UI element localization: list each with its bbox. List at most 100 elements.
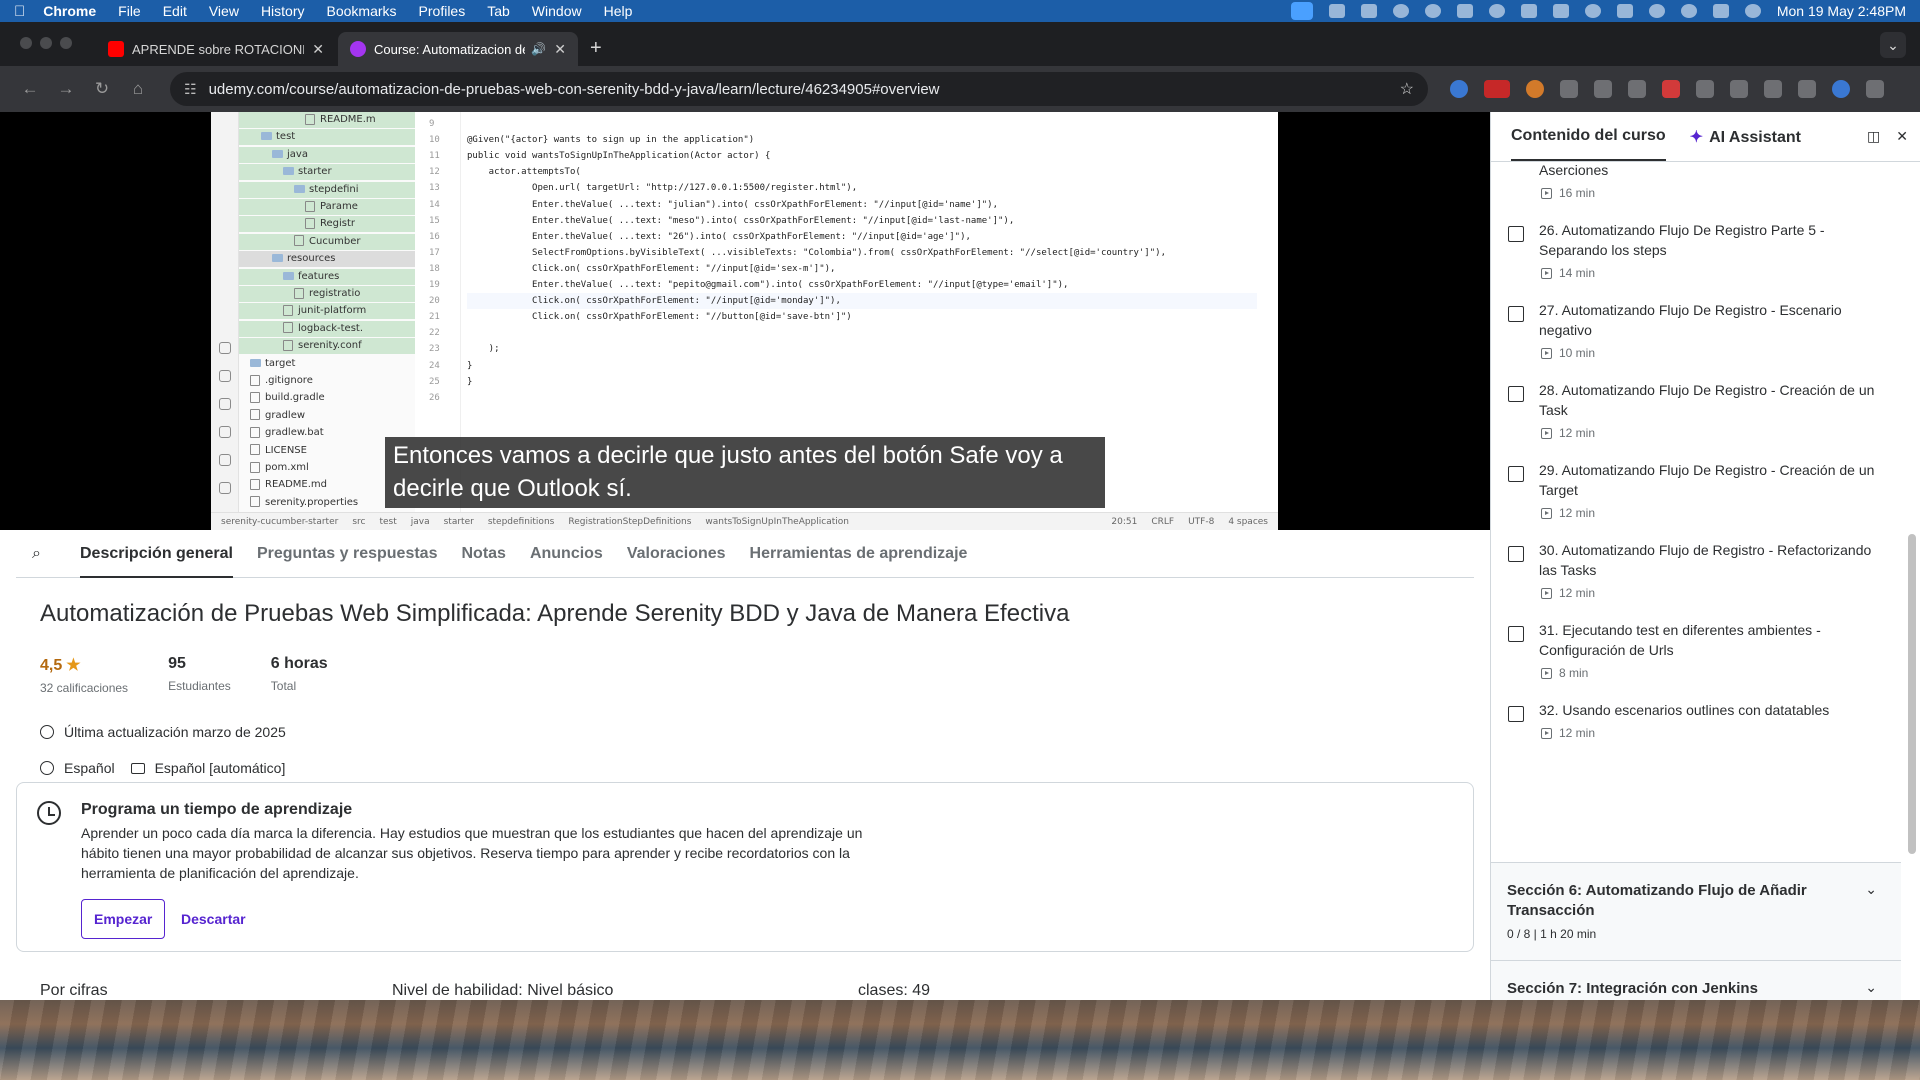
tool-icon[interactable] [1360,4,1377,18]
close-tab-icon[interactable]: ✕ [312,41,324,58]
reading-list-icon[interactable] [1798,80,1816,98]
dismiss-button[interactable]: Descartar [181,899,246,939]
lecture-item[interactable]: 30. Automatizando Flujo de Registro - Re… [1491,540,1901,620]
lecture-duration-text: 12 min [1559,506,1596,520]
home-icon[interactable]: ⌂ [120,79,156,99]
ide-tree-item: target [239,356,415,372]
speaker-icon[interactable]: 🔊 [531,42,546,56]
address-bar[interactable]: ☷ udemy.com/course/automatizacion-de-pru… [170,72,1428,106]
pen-extension-icon[interactable] [1450,80,1468,98]
lecture-checkbox[interactable] [1508,226,1524,242]
tab-notes[interactable]: Notas [461,530,505,578]
tab-reviews[interactable]: Valoraciones [627,530,726,578]
app-status-icon[interactable] [1552,4,1569,18]
back-icon[interactable]: ← [12,79,48,99]
ide-tree-item: Parame [239,199,415,215]
tab-learning-tools[interactable]: Herramientas de aprendizaje [750,530,968,578]
lecture-checkbox[interactable] [1508,466,1524,482]
lecture-duration: 16 min [1541,186,1595,200]
chevron-down-icon[interactable]: ⌄ [1865,881,1877,898]
search-icon[interactable]: ⌕ [32,545,62,563]
menu-profiles[interactable]: Profiles [419,3,466,19]
video-player[interactable]: README.m test java starter stepdefini Parame R… [0,112,1490,530]
menu-help[interactable]: Help [604,3,633,19]
extension-icon[interactable] [1730,80,1748,98]
sync-icon[interactable] [1520,4,1537,18]
tab-search-button[interactable]: ⌄ [1880,32,1906,58]
sidebar-scrollbar[interactable] [1908,194,1916,994]
scrollbar-thumb[interactable] [1908,534,1916,854]
flag-icon[interactable] [1456,4,1473,18]
tab-qa[interactable]: Preguntas y respuestas [257,530,438,578]
menubar-clock[interactable]: Mon 19 May 2:48PM [1777,3,1906,19]
menu-tab[interactable]: Tab [487,3,510,19]
course-section[interactable]: Sección 7: Integración con Jenkins0 / 8 … [1491,960,1901,1000]
puzzle-extensions-icon[interactable] [1764,80,1782,98]
card-body: Aprender un poco cada día marca la difer… [81,825,863,881]
menu-view[interactable]: View [209,3,239,19]
course-section[interactable]: Sección 6: Automatizando Flujo de Añadir… [1491,862,1901,960]
headphones-icon[interactable] [1424,4,1441,18]
lecture-checkbox[interactable] [1508,546,1524,562]
line-number: 10 [429,135,440,146]
forward-icon[interactable]: → [48,79,84,99]
chevron-down-icon[interactable]: ⌄ [1865,979,1877,996]
search-icon[interactable] [1680,4,1697,18]
close-tab-icon[interactable]: ✕ [554,41,566,58]
lecture-item[interactable]: 27. Automatizando Flujo De Registro - Es… [1491,300,1901,380]
browser-tab-youtube[interactable]: APRENDE sobre ROTACIONES ✕ [96,32,336,66]
lecture-checkbox[interactable] [1508,306,1524,322]
menu-app[interactable]: Chrome [43,3,96,19]
reload-icon[interactable]: ↻ [84,79,120,99]
lecture-checkbox[interactable] [1508,706,1524,722]
menu-bookmarks[interactable]: Bookmarks [327,3,397,19]
cookie-extension-icon[interactable] [1526,80,1544,98]
pen-icon[interactable] [1328,4,1345,18]
start-button[interactable]: Empezar [81,899,166,939]
tab-announcements[interactable]: Anuncios [530,530,603,578]
maximize-window-icon[interactable] [60,37,72,49]
code-line: } [467,360,473,371]
blocker-extension-icon[interactable] [1662,80,1680,98]
play-icon[interactable] [1584,4,1601,18]
tab-ai-assistant[interactable]: ✦ AI Assistant [1690,127,1801,161]
lecture-item[interactable]: 29. Automatizando Flujo De Registro - Cr… [1491,460,1901,540]
lecture-checkbox[interactable] [1508,386,1524,402]
new-tab-button[interactable]: + [590,37,602,60]
minimize-window-icon[interactable] [40,37,52,49]
menu-file[interactable]: File [118,3,141,19]
bookmark-star-icon[interactable]: ☆ [1400,79,1414,99]
siri-icon[interactable] [1744,4,1761,18]
menu-edit[interactable]: Edit [163,3,187,19]
kebab-menu-icon[interactable] [1866,80,1884,98]
lecture-item[interactable]: 26. Automatizando Flujo De Registro Part… [1491,220,1901,300]
new-extension-icon[interactable] [1484,80,1510,98]
extension-status-icon[interactable] [1392,4,1409,18]
extension-icon[interactable] [1560,80,1578,98]
menu-window[interactable]: Window [532,3,582,19]
lecture-checkbox[interactable] [1508,626,1524,642]
battery-icon[interactable] [1616,4,1633,18]
site-info-icon[interactable]: ☷ [184,81,197,98]
lecture-item[interactable]: 32. Usando escenarios outlines con datat… [1491,700,1901,780]
tab-course-content[interactable]: Contenido del curso [1511,127,1666,161]
apple-icon[interactable]:  [14,3,25,20]
close-icon[interactable]: ✕ [1896,128,1908,145]
url-text[interactable]: udemy.com/course/automatizacion-de-prueb… [209,81,940,98]
profile-avatar-icon[interactable] [1832,80,1850,98]
vpn-icon[interactable] [1488,4,1505,18]
control-center-icon[interactable] [1712,4,1729,18]
tab-overview[interactable]: Descripción general [80,530,233,578]
expand-panel-icon[interactable]: ◫ [1867,128,1880,145]
close-window-icon[interactable] [20,37,32,49]
course-stats: 4,5 ★ 32 calificaciones 95 Estudiantes 6 … [40,655,328,695]
lecture-item[interactable]: 28. Automatizando Flujo De Registro - Cr… [1491,380,1901,460]
extension-icon[interactable] [1594,80,1612,98]
browser-tab-udemy[interactable]: Course: Automatizacion de 🔊 ✕ [338,32,578,66]
wifi-icon[interactable] [1648,4,1665,18]
extension-icon[interactable] [1628,80,1646,98]
lecture-item[interactable]: 31. Ejecutando test en diferentes ambien… [1491,620,1901,700]
extension-icon[interactable] [1696,80,1714,98]
microphone-icon[interactable] [1290,2,1313,20]
menu-history[interactable]: History [261,3,305,19]
